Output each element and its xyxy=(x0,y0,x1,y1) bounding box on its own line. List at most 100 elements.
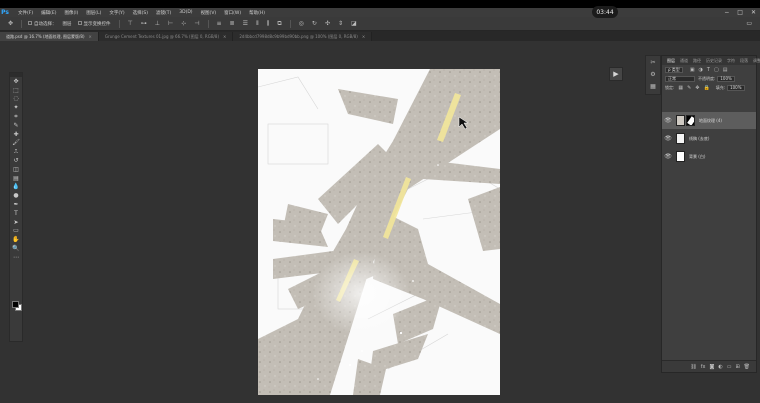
type-icon[interactable]: T xyxy=(10,209,22,218)
opacity-field[interactable]: 100% xyxy=(717,75,735,82)
menu-image[interactable]: 图像(I) xyxy=(64,10,78,16)
3d-orbit-icon[interactable]: ◎ xyxy=(299,20,304,27)
tab-channels[interactable]: 通道 xyxy=(680,58,688,64)
tools-preset-icon[interactable]: ✂ xyxy=(646,56,660,68)
3d-scale-icon[interactable]: ◪ xyxy=(351,20,357,27)
minimize-icon[interactable]: − xyxy=(724,9,729,16)
link-layers-icon[interactable]: ⛓ xyxy=(690,364,696,370)
align-vcenter-icon[interactable]: ⊶ xyxy=(141,20,147,27)
more-icon[interactable]: ⋯ xyxy=(10,253,22,262)
layer-row-background[interactable]: 👁 背景 (白) xyxy=(662,148,756,165)
menu-file[interactable]: 文件(F) xyxy=(18,10,33,16)
eye-icon[interactable]: 👁 xyxy=(662,153,674,160)
layer-row-lineart[interactable]: 👁 线稿 (去底) xyxy=(662,130,756,147)
close-icon[interactable]: × xyxy=(89,34,92,39)
marquee-icon[interactable]: ⬚ xyxy=(10,86,22,95)
properties-icon[interactable]: ⚙ xyxy=(646,68,660,80)
libraries-icon[interactable]: ▦ xyxy=(646,80,660,92)
lock-all-icon[interactable]: 🔒 xyxy=(704,85,710,91)
crop-icon[interactable]: ⌗ xyxy=(10,112,22,121)
menu-view[interactable]: 视图(V) xyxy=(201,10,217,16)
align-hcenter-icon[interactable]: ⊹ xyxy=(181,20,186,27)
align-bottom-icon[interactable]: ⊥ xyxy=(155,20,160,27)
layer-row-texture[interactable]: 👁 地面纹理 (4) xyxy=(662,112,756,129)
distribute-left-icon[interactable]: ⦀ xyxy=(256,20,259,28)
tab-paths[interactable]: 路径 xyxy=(693,58,701,64)
move-icon[interactable]: ✥ xyxy=(10,77,22,86)
kind-filter-dropdown[interactable]: ρ 类型 xyxy=(665,66,683,73)
filter-shape-icon[interactable]: ▢ xyxy=(714,67,719,73)
auto-align-icon[interactable]: ⧉ xyxy=(277,20,281,28)
stamp-icon[interactable]: ⎍ xyxy=(10,147,22,156)
eye-icon[interactable]: 👁 xyxy=(662,135,674,142)
3d-roll-icon[interactable]: ↻ xyxy=(312,20,317,27)
menu-edit[interactable]: 编辑(E) xyxy=(41,10,56,16)
lock-pixels-icon[interactable]: ✎ xyxy=(687,85,691,91)
auto-select-dropdown[interactable]: 图层 xyxy=(63,21,72,27)
distribute-bottom-icon[interactable]: ☰ xyxy=(243,20,248,27)
distribute-hcenter-icon[interactable]: ⫼ xyxy=(267,20,270,28)
foreground-color-swatch[interactable] xyxy=(12,301,19,308)
delete-layer-icon[interactable]: 🗑 xyxy=(744,364,750,370)
distribute-center-icon[interactable]: ≣ xyxy=(230,20,235,27)
filter-smart-icon[interactable]: ▤ xyxy=(723,67,728,73)
workspace-icon[interactable]: ▭ xyxy=(746,20,752,27)
close-icon[interactable]: × xyxy=(223,34,226,39)
3d-pan-icon[interactable]: ✣ xyxy=(325,20,330,27)
shape-icon[interactable]: ▭ xyxy=(10,227,22,236)
show-transform-checkbox[interactable]: 显示变换控件 xyxy=(77,21,111,27)
path-select-icon[interactable]: ➤ xyxy=(10,218,22,227)
eyedropper-icon[interactable]: ✎ xyxy=(10,121,22,130)
tab-history[interactable]: 历史记录 xyxy=(706,58,722,64)
move-tool-preset-icon[interactable]: ✥ xyxy=(8,20,13,27)
filter-type-icon[interactable]: T xyxy=(707,67,710,73)
menu-type[interactable]: 文字(Y) xyxy=(109,10,124,16)
blend-mode-dropdown[interactable]: 正常 xyxy=(665,75,695,82)
fill-field[interactable]: 100% xyxy=(727,84,745,91)
tab-paragraph[interactable]: 段落 xyxy=(740,58,748,64)
eraser-icon[interactable]: ◫ xyxy=(10,165,22,174)
tab-layers[interactable]: 图层 xyxy=(667,58,675,64)
menu-window[interactable]: 窗口(W) xyxy=(224,10,241,16)
distribute-icon[interactable]: ≡ xyxy=(217,20,222,27)
filter-pixel-icon[interactable]: ▣ xyxy=(690,67,695,73)
layer-style-icon[interactable]: fx xyxy=(701,364,706,370)
auto-select-checkbox[interactable]: 自动选择： xyxy=(28,21,57,27)
brush-icon[interactable]: 🖌 xyxy=(10,139,22,148)
tab-document-3[interactable]: 2d4bbcd7998d8c9b99bd90bb.png @ 100% (图层 … xyxy=(233,32,373,41)
eye-icon[interactable]: 👁 xyxy=(662,117,674,124)
adjustment-layer-icon[interactable]: ◐ xyxy=(718,364,722,370)
3d-slide-icon[interactable]: ⇕ xyxy=(338,20,343,27)
new-group-icon[interactable]: ▭ xyxy=(727,364,732,370)
magic-wand-icon[interactable]: ✦ xyxy=(10,103,22,112)
document-canvas[interactable] xyxy=(258,69,500,395)
dodge-icon[interactable]: ● xyxy=(10,191,22,200)
lasso-icon[interactable]: ◌ xyxy=(10,95,22,104)
hand-icon[interactable]: ✋ xyxy=(10,235,22,244)
close-icon[interactable]: ✕ xyxy=(751,9,756,16)
menu-help[interactable]: 帮助(H) xyxy=(249,10,265,16)
pen-icon[interactable]: ✒ xyxy=(10,200,22,209)
menu-filter[interactable]: 滤镜(T) xyxy=(156,10,171,16)
gradient-icon[interactable]: ▤ xyxy=(10,174,22,183)
menu-layer[interactable]: 图层(L) xyxy=(86,10,101,16)
align-right-icon[interactable]: ⊣ xyxy=(194,20,199,27)
tab-adjustments[interactable]: 调整 xyxy=(753,58,760,64)
tab-document-2[interactable]: Grunge Cement Textures 01.jpg @ 66.7% (图… xyxy=(98,32,234,41)
zoom-icon[interactable]: 🔍 xyxy=(10,244,22,253)
layer-mask-thumbnail[interactable] xyxy=(686,115,695,126)
history-brush-icon[interactable]: ↺ xyxy=(10,156,22,165)
align-left-icon[interactable]: ⊢ xyxy=(168,20,173,27)
healing-icon[interactable]: ✚ xyxy=(10,130,22,139)
menu-select[interactable]: 选择(S) xyxy=(133,10,148,16)
new-layer-icon[interactable]: ⊞ xyxy=(735,364,739,370)
lock-position-icon[interactable]: ✥ xyxy=(695,85,699,91)
filter-adjust-icon[interactable]: ◑ xyxy=(699,67,703,73)
blur-icon[interactable]: 💧 xyxy=(10,183,22,192)
lock-transparency-icon[interactable]: ▦ xyxy=(678,85,683,91)
close-icon[interactable]: × xyxy=(362,34,365,39)
tab-character[interactable]: 字符 xyxy=(727,58,735,64)
maximize-icon[interactable]: □ xyxy=(737,9,743,16)
play-button[interactable]: ▶ xyxy=(609,67,623,81)
tab-document-1[interactable]: 道路.psd @ 16.7% (地面纹理, 图层蒙版/8) × xyxy=(0,32,99,41)
